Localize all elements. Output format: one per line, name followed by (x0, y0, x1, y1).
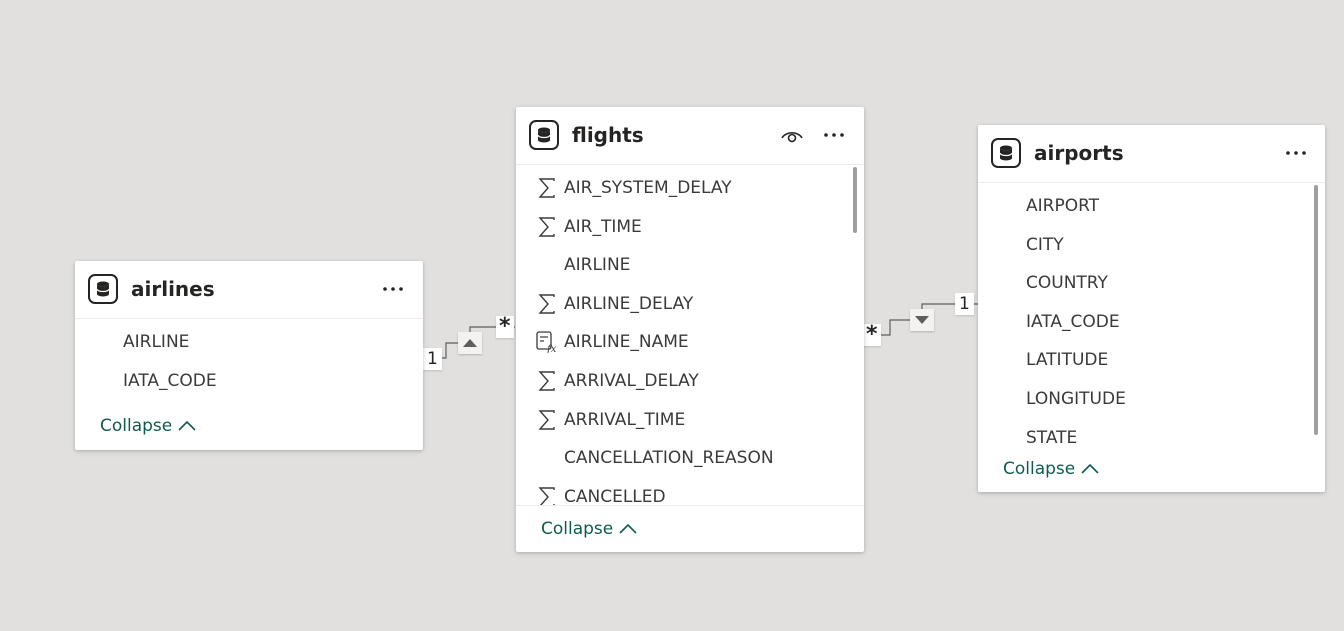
sigma-icon (536, 486, 558, 505)
field-name: CANCELLED (564, 486, 666, 505)
chevron-up-icon (178, 421, 196, 431)
sigma-icon (536, 293, 558, 315)
svg-text:fx: fx (546, 344, 557, 353)
filter-direction-up-icon[interactable] (458, 332, 482, 354)
footer-divider (516, 505, 864, 506)
sigma-icon (536, 409, 558, 431)
field-list: AIR_SYSTEM_DELAY AIR_TIME AIRLINE AIRLINE_D… (516, 167, 864, 505)
table-header[interactable]: airports (978, 125, 1325, 183)
collapse-label: Collapse (1003, 459, 1076, 479)
table-title: airlines (131, 277, 215, 301)
field-name: COUNTRY (1026, 273, 1108, 294)
table-header[interactable]: flights (516, 107, 864, 165)
field-row[interactable]: AIR_TIME (516, 208, 864, 246)
field-row[interactable]: LONGITUDE (978, 380, 1325, 418)
database-icon (991, 138, 1021, 168)
field-name: AIRLINE_DELAY (564, 293, 694, 314)
field-list: AIRPORT CITY COUNTRY IATA_CODE LATITUDE LONGI… (978, 185, 1325, 455)
field-row[interactable]: CANCELLED (516, 478, 864, 505)
filter-direction-down-icon[interactable] (910, 309, 934, 331)
field-name: STATE (1026, 427, 1078, 448)
field-name: AIR_SYSTEM_DELAY (564, 178, 732, 198)
eye-icon[interactable] (779, 123, 805, 147)
relationship-many-label-flights-airports: * (863, 324, 881, 346)
relationship-many-label-flights: * (496, 316, 514, 338)
field-name: AIRLINE (564, 255, 631, 276)
collapse-label: Collapse (100, 416, 173, 436)
more-options-icon[interactable] (380, 277, 406, 301)
relationship-one-label-airlines: 1 (423, 348, 442, 370)
field-row[interactable]: IATA_CODE (75, 362, 423, 400)
collapse-button[interactable]: Collapse (541, 519, 637, 539)
field-row[interactable]: COUNTRY (978, 264, 1325, 302)
table-card-airports[interactable]: airports AIRPORT CITY COUNTRY IATA_CODE LATI… (978, 125, 1325, 492)
field-name: IATA_CODE (123, 370, 217, 391)
sigma-icon (536, 177, 558, 199)
field-row[interactable]: CITY (978, 226, 1325, 264)
chevron-up-icon (619, 524, 637, 534)
database-icon (88, 274, 118, 304)
field-name: AIR_TIME (564, 216, 642, 237)
field-name: ARRIVAL_DELAY (564, 371, 699, 391)
relationship-one-label-airports: 1 (955, 293, 974, 315)
field-row[interactable]: AIRPORT (978, 187, 1325, 225)
collapse-button[interactable]: Collapse (1003, 459, 1099, 479)
field-name: ARRIVAL_TIME (564, 409, 686, 430)
scrollbar-thumb[interactable] (853, 167, 857, 233)
field-row[interactable]: AIR_SYSTEM_DELAY (516, 169, 864, 207)
field-name: CITY (1026, 234, 1064, 255)
table-card-flights[interactable]: flights AIR_SYSTEM_DELAY AIR_TIME AIRLINE A… (516, 107, 864, 552)
field-name: CANCELLATION_REASON (564, 448, 774, 469)
collapse-label: Collapse (541, 519, 614, 539)
field-row[interactable]: IATA_CODE (978, 303, 1325, 341)
sigma-icon (536, 216, 558, 238)
field-row[interactable]: ARRIVAL_DELAY (516, 362, 864, 400)
table-title: airports (1034, 141, 1124, 165)
more-options-icon[interactable] (821, 123, 847, 147)
database-icon (529, 120, 559, 150)
field-row[interactable]: AIRLINE (516, 246, 864, 284)
table-card-airlines[interactable]: airlines AIRLINE IATA_CODE Collapse (75, 261, 423, 450)
field-name: AIRLINE (123, 332, 190, 352)
calculated-column-icon: fx (536, 331, 558, 353)
field-list: AIRLINE IATA_CODE (75, 321, 423, 401)
more-options-icon[interactable] (1283, 141, 1309, 165)
field-name: LATITUDE (1026, 350, 1109, 371)
table-title: flights (572, 123, 644, 147)
field-row[interactable]: fx AIRLINE_NAME (516, 323, 864, 361)
field-row[interactable]: LATITUDE (978, 341, 1325, 379)
chevron-up-icon (1081, 464, 1099, 474)
collapse-button[interactable]: Collapse (100, 416, 196, 436)
field-row[interactable]: STATE (978, 419, 1325, 455)
field-row[interactable]: AIRLINE_DELAY (516, 285, 864, 323)
field-row[interactable]: AIRLINE (75, 323, 423, 361)
field-name: LONGITUDE (1026, 389, 1126, 409)
field-name: AIRLINE_NAME (564, 332, 689, 353)
field-name: IATA_CODE (1026, 311, 1120, 332)
sigma-icon (536, 370, 558, 392)
field-row[interactable]: ARRIVAL_TIME (516, 401, 864, 439)
table-header[interactable]: airlines (75, 261, 423, 319)
scrollbar-thumb[interactable] (1314, 185, 1318, 435)
field-name: AIRPORT (1026, 196, 1100, 216)
field-row[interactable]: CANCELLATION_REASON (516, 439, 864, 477)
